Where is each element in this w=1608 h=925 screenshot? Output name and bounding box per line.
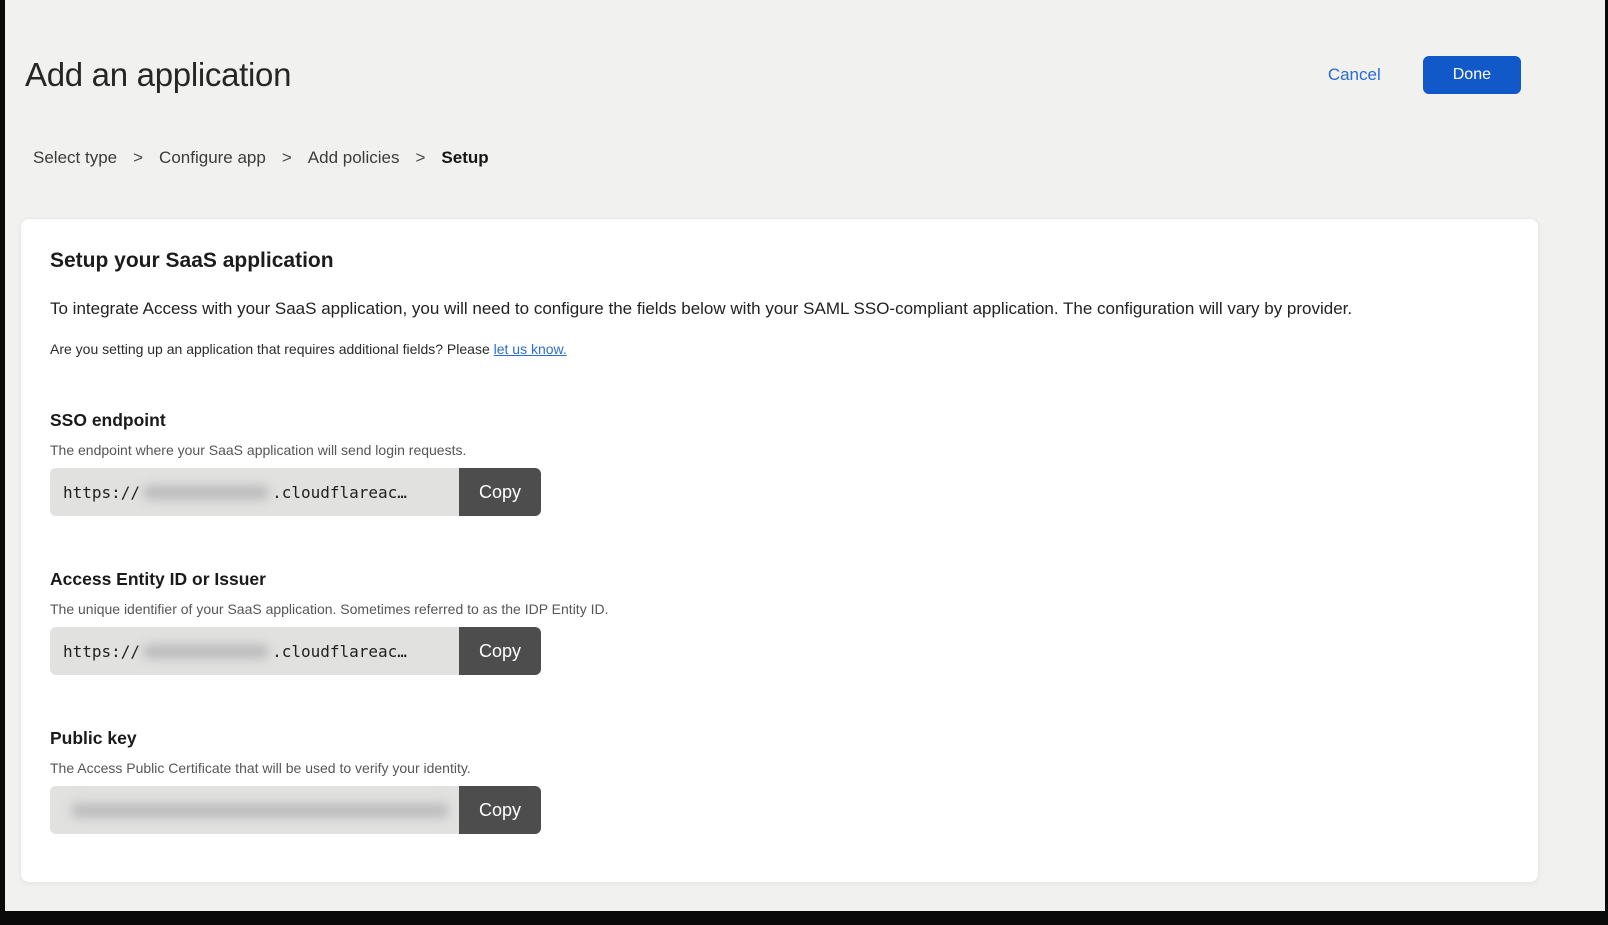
breadcrumb-separator: >	[282, 148, 292, 168]
redacted-value-segment	[143, 644, 269, 659]
card-heading: Setup your SaaS application	[50, 249, 1508, 273]
breadcrumb-item-add-policies[interactable]: Add policies	[308, 148, 400, 168]
page-title: Add an application	[25, 56, 291, 94]
cancel-button[interactable]: Cancel	[1328, 65, 1381, 85]
breadcrumb-item-setup: Setup	[441, 148, 488, 168]
copy-button[interactable]: Copy	[459, 786, 541, 834]
field-description: The Access Public Certificate that will …	[50, 760, 1508, 776]
entity-id-value: https:// .cloudflareac…	[50, 627, 459, 675]
field-label: Access Entity ID or Issuer	[50, 569, 1508, 590]
done-button[interactable]: Done	[1423, 56, 1521, 94]
entity-id-codebox: https:// .cloudflareac… Copy	[50, 627, 541, 675]
breadcrumb: Select type > Configure app > Add polici…	[5, 148, 1605, 168]
field-description: The unique identifier of your SaaS appli…	[50, 601, 1508, 617]
field-label: Public key	[50, 728, 1508, 749]
sso-endpoint-value: https:// .cloudflareac…	[50, 468, 459, 516]
public-key-value	[50, 786, 459, 834]
value-prefix: https://	[63, 642, 140, 661]
sso-endpoint-codebox: https:// .cloudflareac… Copy	[50, 468, 541, 516]
value-prefix: https://	[63, 483, 140, 502]
add-application-page: Add an application Cancel Done Select ty…	[5, 0, 1605, 911]
setup-card: Setup your SaaS application To integrate…	[20, 218, 1539, 883]
field-label: SSO endpoint	[50, 410, 1508, 431]
let-us-know-link[interactable]: let us know.	[494, 341, 567, 357]
header-actions: Cancel Done	[1328, 56, 1521, 94]
breadcrumb-item-configure-app[interactable]: Configure app	[159, 148, 266, 168]
screenshot-frame: Add an application Cancel Done Select ty…	[0, 0, 1608, 925]
value-suffix: .cloudflareac…	[272, 642, 407, 661]
header: Add an application Cancel Done	[5, 0, 1605, 94]
note-text: Are you setting up an application that r…	[50, 341, 490, 357]
value-suffix: .cloudflareac…	[272, 483, 407, 502]
card-intro: To integrate Access with your SaaS appli…	[50, 299, 1508, 319]
breadcrumb-separator: >	[415, 148, 425, 168]
field-description: The endpoint where your SaaS application…	[50, 442, 1508, 458]
breadcrumb-item-select-type[interactable]: Select type	[33, 148, 117, 168]
redacted-value-segment	[71, 803, 449, 818]
card-note: Are you setting up an application that r…	[50, 341, 1508, 357]
field-access-entity-id: Access Entity ID or Issuer The unique id…	[50, 569, 1508, 675]
copy-button[interactable]: Copy	[459, 468, 541, 516]
field-public-key: Public key The Access Public Certificate…	[50, 728, 1508, 834]
field-sso-endpoint: SSO endpoint The endpoint where your Saa…	[50, 410, 1508, 516]
copy-button[interactable]: Copy	[459, 627, 541, 675]
breadcrumb-separator: >	[133, 148, 143, 168]
public-key-codebox: Copy	[50, 786, 541, 834]
redacted-value-segment	[143, 485, 269, 500]
